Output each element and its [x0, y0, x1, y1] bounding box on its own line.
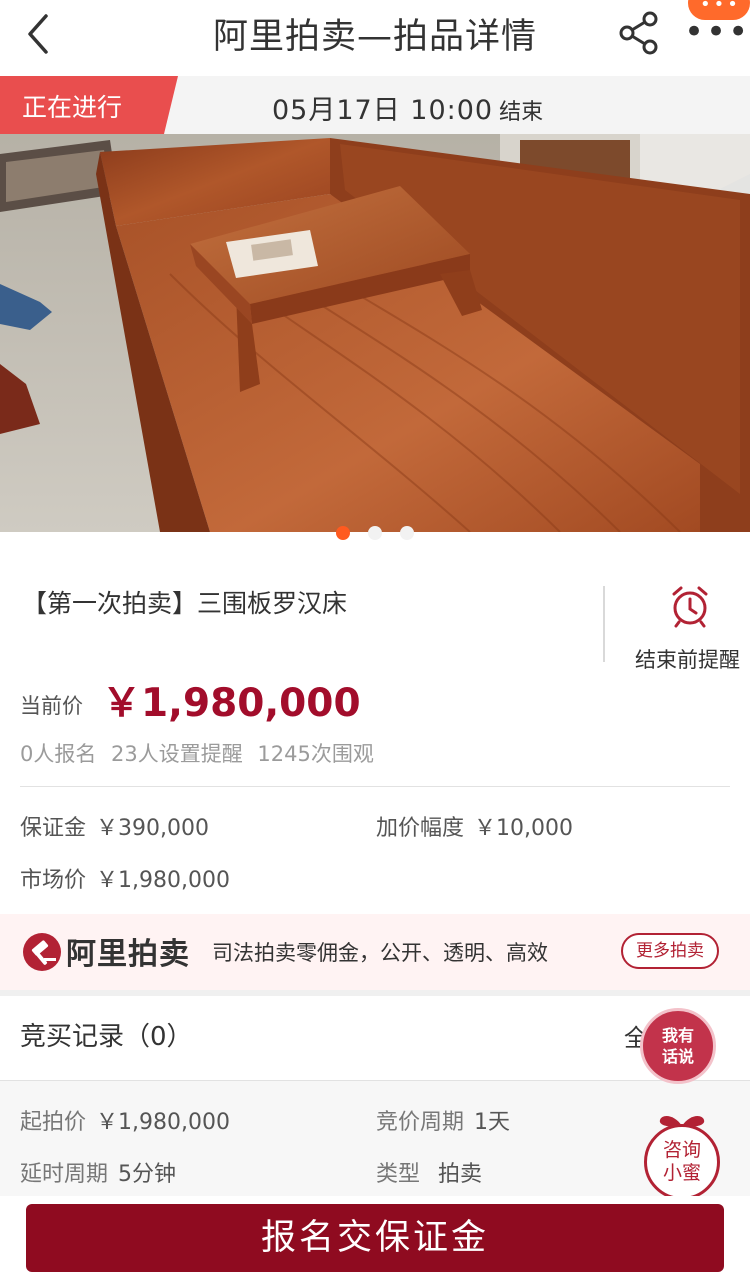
carousel-indicator[interactable] — [0, 526, 750, 540]
auction-status-strip: 正在进行 05月17日 10:00 结束 — [0, 76, 750, 134]
increment-label: 加价幅度 — [376, 816, 465, 841]
extend-period-label: 延时周期 — [20, 1162, 109, 1187]
auction-hammer-icon — [23, 933, 61, 971]
market-price-row: 市场价 ￥1,980,000 — [20, 862, 230, 894]
alarm-clock-icon — [672, 586, 708, 628]
ali-auction-banner: 阿里拍卖 司法拍卖零佣金，公开、透明、高效 更多拍卖 — [0, 914, 750, 990]
status-tag: 正在进行 — [0, 76, 180, 134]
share-icon — [619, 11, 658, 55]
carousel-dot-2[interactable] — [368, 526, 382, 540]
remind-label: 结束前提醒 — [635, 648, 740, 672]
deposit-row: 保证金 ￥390,000 — [20, 810, 209, 842]
market-price-label: 市场价 — [20, 868, 87, 893]
message-dots-icon: ••• — [700, 0, 741, 15]
bid-period-value: 1天 — [474, 1110, 511, 1135]
divider — [20, 786, 730, 787]
bottom-action-bar: 报名交保证金 — [0, 1196, 750, 1282]
bid-records-label: 竞买记录（0） — [20, 1022, 193, 1052]
assistant-line-2: 小蜜 — [662, 1162, 701, 1184]
start-price-label: 起拍价 — [20, 1110, 87, 1135]
product-title: 【第一次拍卖】三围板罗汉床 — [22, 589, 348, 618]
more-dots-icon: ••• — [684, 12, 750, 52]
type-value: 拍卖 — [438, 1162, 483, 1187]
ali-auction-logo: 阿里拍卖 — [66, 937, 190, 972]
start-price-row: 起拍价 ￥1,980,000 — [20, 1104, 230, 1136]
market-price-value: ￥1,980,000 — [96, 868, 230, 893]
increment-value: ￥10,000 — [474, 816, 573, 841]
feedback-button[interactable]: 我有 话说 — [640, 1008, 716, 1084]
feedback-line-2: 话说 — [661, 1047, 694, 1066]
bid-period-row: 竞价周期 1天 — [376, 1104, 510, 1136]
end-time: 05月17日 10:00 结束 — [272, 88, 543, 127]
status-label: 正在进行 — [22, 93, 123, 122]
feedback-line-1: 我有 — [661, 1026, 694, 1045]
current-price-label: 当前价 — [20, 694, 83, 718]
register-deposit-button[interactable]: 报名交保证金 — [26, 1204, 724, 1272]
start-price-value: ￥1,980,000 — [96, 1110, 230, 1135]
assistant-line-1: 咨询 — [662, 1139, 701, 1161]
remind-before-end-button[interactable]: 结束前提醒 — [612, 584, 750, 674]
extend-period-row: 延时周期 5分钟 — [20, 1156, 176, 1188]
bid-period-label: 竞价周期 — [376, 1110, 465, 1135]
carousel-dot-3[interactable] — [400, 526, 414, 540]
auction-stats: 0人报名 23人设置提醒 1245次围观 — [20, 742, 374, 766]
assistant-circle: 咨询 小蜜 — [644, 1124, 720, 1200]
banner-slogan: 司法拍卖零佣金，公开、透明、高效 — [212, 941, 548, 965]
end-time-suffix: 结束 — [499, 100, 544, 125]
daybed-image — [0, 134, 750, 532]
deposit-value: ￥390,000 — [96, 816, 209, 841]
bid-records-row[interactable]: 竞买记录（0） 全 — [0, 996, 750, 1080]
divider — [603, 586, 605, 662]
assistant-button[interactable]: 咨询 小蜜 — [640, 1110, 724, 1202]
carousel-dot-1[interactable] — [336, 526, 350, 540]
more-auctions-button[interactable]: 更多拍卖 — [621, 933, 719, 969]
product-photo[interactable] — [0, 134, 750, 532]
type-row: 类型 拍卖 — [376, 1156, 482, 1188]
current-price: ￥1,980,000 — [102, 681, 361, 726]
type-label: 类型 — [376, 1162, 421, 1187]
nav-bar: 阿里拍卖—拍品详情 ••• ••• — [0, 0, 750, 70]
end-time-value: 05月17日 10:00 — [272, 95, 494, 126]
deposit-label: 保证金 — [20, 816, 87, 841]
extend-period-value: 5分钟 — [118, 1162, 177, 1187]
page-title: 阿里拍卖—拍品详情 — [212, 17, 537, 57]
page: 阿里拍卖—拍品详情 ••• ••• 正在进行 05月17日 10:00 结束 【… — [0, 0, 750, 1282]
back-button[interactable] — [18, 10, 62, 58]
share-button[interactable] — [617, 10, 661, 56]
chevron-left-icon — [28, 14, 48, 54]
notification-badge[interactable]: ••• — [688, 0, 750, 20]
increment-row: 加价幅度 ￥10,000 — [376, 810, 573, 842]
